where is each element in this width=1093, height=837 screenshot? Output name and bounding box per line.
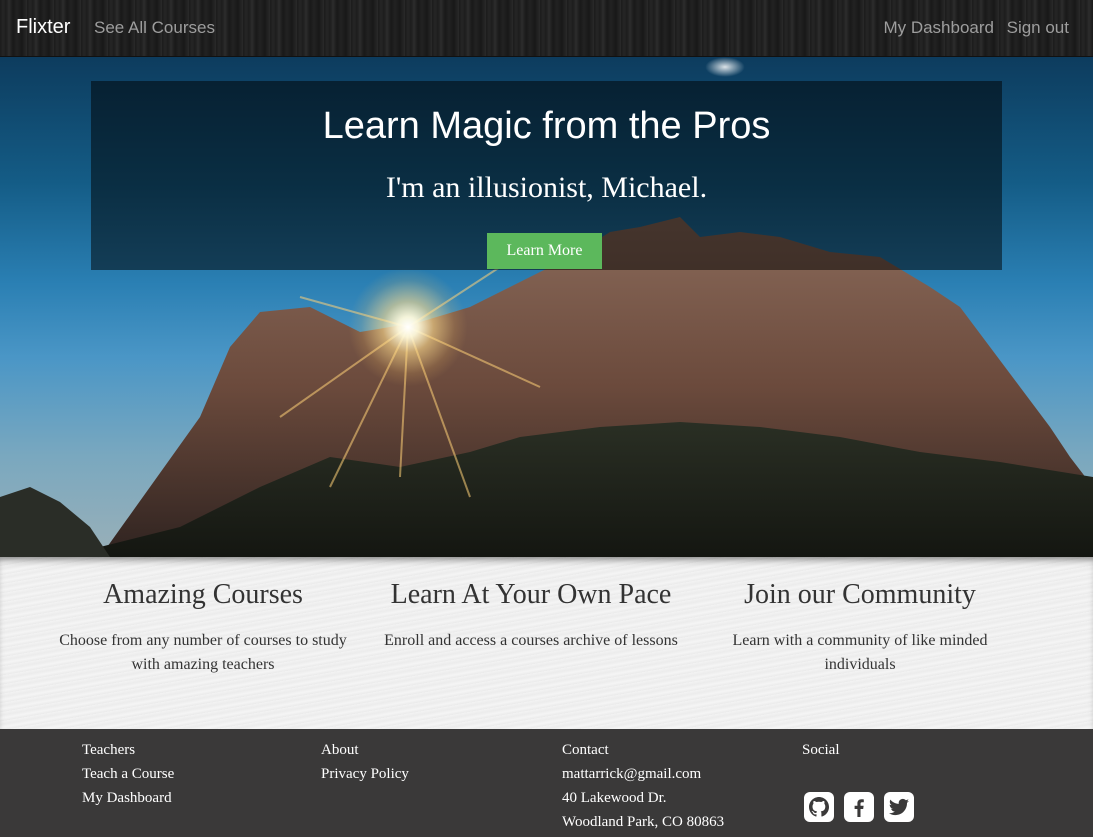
hero-panel: Learn Magic from the Pros I'm an illusio… bbox=[91, 81, 1002, 270]
footer-address-line2: Woodland Park, CO 80863 bbox=[562, 814, 725, 830]
navbar: Flixter See All Courses My Dashboard Sig… bbox=[0, 0, 1093, 57]
footer-link-privacy-policy[interactable]: Privacy Policy bbox=[321, 766, 409, 782]
learn-more-button[interactable]: Learn More bbox=[487, 233, 602, 269]
feature-own-pace: Learn At Your Own Pace Enroll and access… bbox=[381, 579, 681, 653]
hero-subtitle: I'm an illusionist, Michael. bbox=[385, 171, 708, 204]
footer-link-teach-a-course[interactable]: Teach a Course bbox=[82, 766, 174, 782]
twitter-icon[interactable] bbox=[884, 792, 914, 822]
footer: Teachers Teach a Course My Dashboard Abo… bbox=[0, 729, 1093, 836]
footer-column-contact: Contact mattarrick@gmail.com 40 Lakewood… bbox=[562, 741, 724, 837]
footer-social-heading: Social bbox=[802, 742, 840, 758]
sun-flare bbox=[348, 267, 468, 387]
footer-link-contact[interactable]: Contact bbox=[562, 742, 609, 758]
social-icons bbox=[804, 792, 914, 822]
feature-text: Learn with a community of like minded in… bbox=[732, 632, 988, 673]
feature-title: Join our Community bbox=[744, 579, 976, 610]
features-section: Amazing Courses Choose from any number o… bbox=[0, 557, 1093, 729]
footer-column-teachers: Teachers Teach a Course My Dashboard bbox=[82, 741, 174, 813]
hero-title: Learn Magic from the Pros bbox=[322, 105, 771, 147]
footer-link-teachers[interactable]: Teachers bbox=[82, 742, 135, 758]
sign-out-link[interactable]: Sign out bbox=[1007, 18, 1069, 38]
feature-amazing-courses: Amazing Courses Choose from any number o… bbox=[53, 579, 353, 677]
feature-text: Choose from any number of courses to stu… bbox=[59, 632, 347, 673]
footer-link-about[interactable]: About bbox=[321, 742, 359, 758]
feature-community: Join our Community Learn with a communit… bbox=[710, 579, 1010, 677]
feature-text: Enroll and access a courses archive of l… bbox=[384, 632, 678, 649]
footer-column-social: Social bbox=[802, 741, 840, 765]
brand-link[interactable]: Flixter bbox=[16, 16, 70, 39]
feature-title: Learn At Your Own Pace bbox=[390, 579, 672, 610]
footer-address-line1: 40 Lakewood Dr. bbox=[562, 790, 667, 806]
github-icon[interactable] bbox=[804, 792, 834, 822]
hero-section: Learn Magic from the Pros I'm an illusio… bbox=[0, 57, 1093, 557]
see-all-courses-link[interactable]: See All Courses bbox=[94, 18, 215, 38]
footer-link-my-dashboard[interactable]: My Dashboard bbox=[82, 790, 172, 806]
footer-email[interactable]: mattarrick@gmail.com bbox=[562, 766, 701, 782]
footer-column-about: About Privacy Policy bbox=[321, 741, 409, 789]
feature-title: Amazing Courses bbox=[103, 579, 303, 610]
facebook-icon[interactable] bbox=[844, 792, 874, 822]
my-dashboard-link[interactable]: My Dashboard bbox=[883, 18, 994, 38]
